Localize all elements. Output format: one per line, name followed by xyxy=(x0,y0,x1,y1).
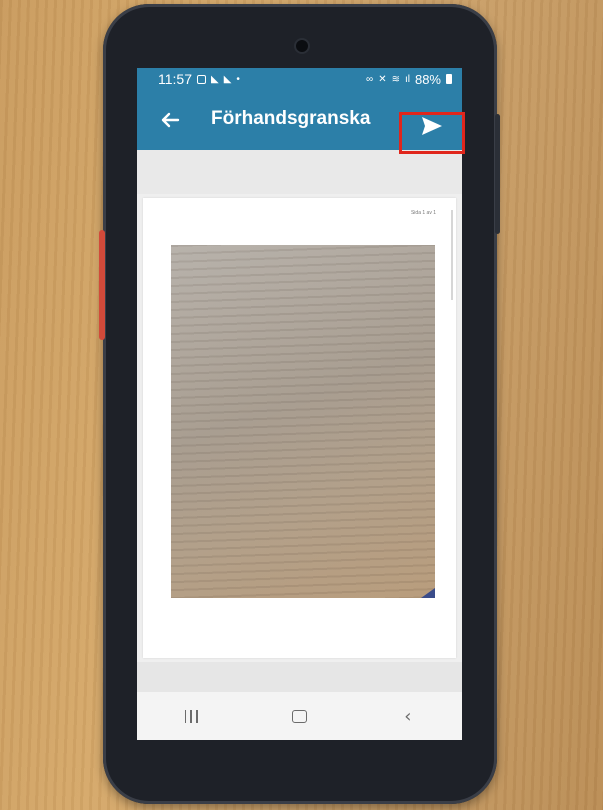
document-page: Sida 1 av 1 xyxy=(143,198,456,658)
back-button[interactable] xyxy=(154,104,186,136)
cellular-icon: ıl xyxy=(404,73,410,85)
preview-bottom-strip xyxy=(137,662,462,692)
preview-area[interactable]: Sida 1 av 1 xyxy=(137,150,462,692)
front-camera xyxy=(296,40,308,52)
arrow-left-icon xyxy=(161,112,180,128)
status-bar: 11:57 ◣ ◣ • ∞ ✕ ≋ ıl 88% xyxy=(137,68,462,90)
system-nav-bar: ‹ xyxy=(137,692,462,740)
volume-key xyxy=(495,114,500,234)
status-left: 11:57 ◣ ◣ • xyxy=(158,71,240,87)
page-title: Förhandsgranska xyxy=(211,108,371,129)
status-right: ∞ ✕ ≋ ıl 88% xyxy=(366,72,452,87)
photo-corner xyxy=(421,588,435,598)
phone-screen: 11:57 ◣ ◣ • ∞ ✕ ≋ ıl 88% Förhandsgranska… xyxy=(137,68,462,740)
page-counter: Sida 1 av 1 xyxy=(410,210,436,216)
page-scrollbar[interactable] xyxy=(451,210,453,300)
send-highlight-box xyxy=(399,112,465,154)
battery-icon xyxy=(446,74,452,84)
preview-top-strip xyxy=(137,150,462,194)
link-icon: ∞ xyxy=(366,73,374,85)
home-button[interactable] xyxy=(269,696,329,736)
recents-icon xyxy=(184,709,198,723)
side-key xyxy=(99,230,105,340)
home-icon xyxy=(291,709,307,723)
signal-icon: ◣ xyxy=(211,73,219,85)
back-icon: ‹ xyxy=(404,705,412,727)
status-time: 11:57 xyxy=(158,71,192,87)
wifi-icon: ≋ xyxy=(391,73,400,85)
document-photo xyxy=(171,245,435,598)
system-back-button[interactable]: ‹ xyxy=(378,696,438,736)
recents-button[interactable] xyxy=(161,696,221,736)
battery-percent: 88% xyxy=(414,71,441,87)
signal-icon: ◣ xyxy=(223,73,232,85)
notification-icon xyxy=(197,74,206,84)
dot-icon: • xyxy=(236,73,240,85)
mute-icon: ✕ xyxy=(378,73,387,85)
